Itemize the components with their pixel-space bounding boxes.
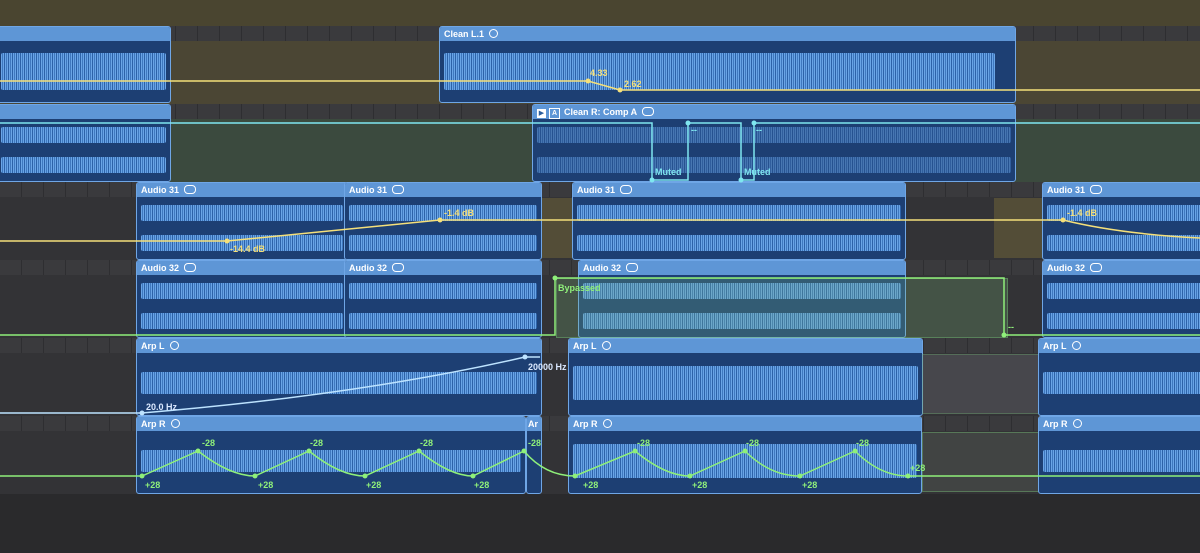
automation-node[interactable] [1060,217,1066,223]
automation-value: -28 [856,438,870,448]
automation-line-clean-r[interactable] [0,122,1200,181]
automation-line-audio31[interactable] [0,219,1063,242]
automation-value: 20.0 Hz [146,402,178,412]
automation-line-arp-r[interactable] [0,450,1200,477]
automation-node[interactable] [195,448,201,454]
automation-node[interactable] [797,473,803,479]
automation-node[interactable] [139,473,145,479]
automation-node[interactable] [362,473,368,479]
automation-line-arp-l[interactable] [0,356,540,414]
automation-node[interactable] [552,275,558,281]
automation-value: +28 [910,463,926,473]
automation-value: -28 [310,438,324,448]
automation-node[interactable] [685,120,691,126]
automation-node[interactable] [742,448,748,454]
automation-node[interactable] [416,448,422,454]
automation-node[interactable] [224,238,230,244]
automation-node[interactable] [522,354,528,360]
automation-value: -28 [746,438,760,448]
automation-value: Muted [655,167,682,177]
automation-value: 20000 Hz [528,362,567,372]
automation-line-clean-l[interactable] [0,80,1200,91]
automation-value: +28 [802,480,818,490]
automation-node[interactable] [306,448,312,454]
automation-node[interactable] [252,473,258,479]
automation-value: -28 [420,438,434,448]
automation-value: -1.4 dB [444,208,475,218]
automation-value: Bypassed [558,283,601,293]
automation-layer [0,78,1200,479]
automation-node[interactable] [1001,332,1007,338]
automation-value: -- [691,125,697,135]
automation-node[interactable] [572,473,578,479]
automation-node[interactable] [852,448,858,454]
automation-node[interactable] [585,78,591,84]
automation-value: -28 [202,438,216,448]
automation-node[interactable] [139,410,145,416]
automation-value: Muted [744,167,771,177]
automation-value: -28 [637,438,651,448]
automation-value: +28 [145,480,161,490]
automation-value: +28 [583,480,599,490]
automation-value: 2.62 [624,79,642,89]
automation-value: -14.4 dB [230,244,266,254]
automation-value: +28 [258,480,274,490]
automation-value: -28 [528,438,542,448]
automation-value: -- [756,125,762,135]
automation-node[interactable] [617,87,623,93]
automation-node[interactable] [687,473,693,479]
automation-node[interactable] [905,473,911,479]
automation-value: +28 [366,480,382,490]
automation-value: -1.4 dB [1067,208,1098,218]
automation-node[interactable] [738,177,744,183]
automation-node[interactable] [470,473,476,479]
automation-value: +28 [692,480,708,490]
automation-node[interactable] [632,448,638,454]
automation-line-audio31-fade[interactable] [1062,219,1200,239]
automation-node[interactable] [649,177,655,183]
automation-value: +28 [474,480,490,490]
automation-value: -- [1008,322,1014,332]
automation-node[interactable] [521,448,527,454]
automation-value: 4.33 [590,68,608,78]
automation-node[interactable] [437,217,443,223]
